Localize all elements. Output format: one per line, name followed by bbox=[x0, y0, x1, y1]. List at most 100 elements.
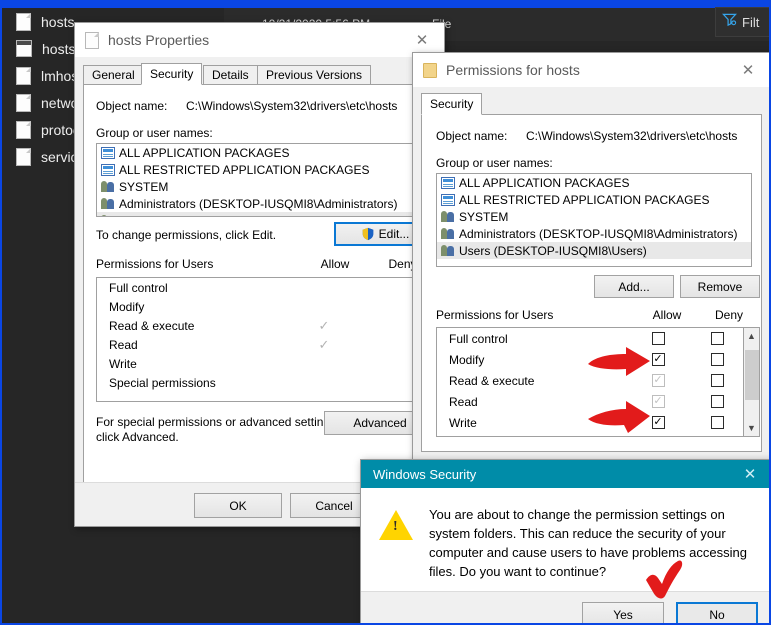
list-item[interactable]: ALL APPLICATION PACKAGES bbox=[437, 174, 751, 191]
allow-checkbox[interactable]: ✓ bbox=[651, 416, 665, 429]
ok-button-label: OK bbox=[229, 498, 247, 513]
document-icon bbox=[16, 120, 31, 139]
list-item[interactable]: SYSTEM bbox=[437, 208, 751, 225]
permissions-tabstrip[interactable]: Security bbox=[421, 93, 762, 115]
allow-checkbox[interactable] bbox=[651, 332, 665, 345]
advanced-button-label: Advanced bbox=[353, 416, 407, 430]
filter-button-label: Filt bbox=[742, 14, 760, 30]
table-row[interactable]: Read ✓ bbox=[437, 391, 759, 412]
group-or-user-names-list[interactable]: ALL APPLICATION PACKAGES ALL RESTRICTED … bbox=[436, 173, 752, 267]
permission-name: Read & execute bbox=[449, 373, 535, 388]
edit-button-label: Edit... bbox=[378, 227, 410, 241]
table-row[interactable]: Modify ✓ bbox=[437, 349, 759, 370]
permissions-scrollbar[interactable]: ▲ ▼ bbox=[743, 328, 759, 436]
permission-name: Write bbox=[449, 415, 477, 430]
document-icon bbox=[85, 31, 99, 49]
permissions-list[interactable]: Full control Modify ✓ Read & execute ✓ R… bbox=[436, 327, 760, 437]
deny-checkbox[interactable] bbox=[710, 374, 724, 387]
table-row: Special permissions bbox=[97, 373, 435, 392]
allow-checkbox[interactable]: ✓ bbox=[651, 353, 665, 366]
deny-checkbox[interactable] bbox=[710, 332, 724, 345]
ok-button[interactable]: OK bbox=[194, 493, 282, 518]
deny-checkbox-cell[interactable] bbox=[689, 395, 745, 408]
windows-security-dialog[interactable]: Windows Security ✕ You are about to chan… bbox=[360, 459, 769, 623]
document-icon bbox=[16, 147, 31, 166]
deny-checkbox[interactable] bbox=[710, 395, 724, 408]
deny-checkbox[interactable] bbox=[710, 353, 724, 366]
close-icon[interactable]: ✕ bbox=[728, 460, 769, 488]
list-item[interactable]: ALL RESTRICTED APPLICATION PACKAGES bbox=[437, 191, 751, 208]
table-row[interactable]: Full control bbox=[437, 328, 759, 349]
scrollbar-thumb[interactable] bbox=[744, 350, 759, 400]
tab-details[interactable]: Details bbox=[203, 65, 258, 85]
permission-name: Read bbox=[109, 337, 138, 352]
group-or-user-names-list[interactable]: ALL APPLICATION PACKAGES ALL RESTRICTED … bbox=[96, 143, 436, 217]
table-row[interactable]: Write ✓ bbox=[437, 412, 759, 433]
edit-hint-text: To change permissions, click Edit. bbox=[96, 228, 277, 242]
screenshot-root: 10/21/2020 5:56 PM File Filt hosts hosts… bbox=[0, 0, 771, 625]
hosts-properties-dialog[interactable]: hosts Properties ✕ General Security Deta… bbox=[74, 22, 474, 527]
table-row: Modify bbox=[97, 297, 435, 316]
allow-column-header: Allow bbox=[652, 308, 682, 322]
users-icon bbox=[441, 227, 455, 240]
list-item[interactable]: SYSTEM bbox=[97, 178, 435, 195]
permissions-for-hosts-dialog[interactable]: Permissions for hosts ✕ Security Object … bbox=[412, 52, 769, 468]
chevron-up-icon[interactable]: ▲ bbox=[744, 328, 760, 344]
deny-checkbox-cell[interactable] bbox=[689, 374, 745, 387]
tab-security[interactable]: Security bbox=[421, 93, 483, 115]
document-icon bbox=[16, 66, 31, 85]
advanced-hint-line-1: For special permissions or advanced sett… bbox=[96, 415, 340, 429]
deny-checkbox-cell[interactable] bbox=[689, 332, 745, 345]
add-button-label: Add... bbox=[618, 279, 650, 294]
no-button[interactable]: No bbox=[676, 601, 758, 623]
group-name: Users (DESKTOP-IUSQMI8\Users) bbox=[119, 214, 307, 217]
group-name: SYSTEM bbox=[459, 209, 509, 224]
deny-checkbox-cell[interactable] bbox=[689, 416, 745, 429]
group-name: Users (DESKTOP-IUSQMI8\Users) bbox=[459, 243, 647, 258]
remove-button-label: Remove bbox=[697, 279, 743, 294]
list-item[interactable]: Administrators (DESKTOP-IUSQMI8\Administ… bbox=[97, 195, 435, 212]
dialog-title-bar: Windows Security ✕ bbox=[361, 460, 769, 488]
group-or-user-names-label: Group or user names: bbox=[436, 156, 553, 170]
allow-checkbox-cell: ✓ bbox=[627, 395, 689, 408]
permissions-table-header: Permissions for Users Allow Deny bbox=[436, 308, 760, 322]
document-icon bbox=[16, 12, 31, 31]
folder-icon bbox=[423, 62, 437, 78]
allow-checkbox-cell[interactable]: ✓ bbox=[627, 353, 689, 366]
close-icon[interactable]: ✕ bbox=[726, 53, 769, 87]
chevron-down-icon[interactable]: ▼ bbox=[744, 420, 760, 436]
group-name: Administrators (DESKTOP-IUSQMI8\Administ… bbox=[119, 196, 398, 211]
list-item[interactable]: Administrators (DESKTOP-IUSQMI8\Administ… bbox=[437, 225, 751, 242]
warning-triangle-icon bbox=[379, 510, 413, 540]
list-item[interactable]: Users (DESKTOP-IUSQMI8\Users) bbox=[97, 212, 435, 217]
deny-checkbox-cell[interactable] bbox=[689, 353, 745, 366]
permissions-list[interactable]: Full control Modify Read & execute ✓ Rea… bbox=[96, 277, 436, 402]
dialog-title: Windows Security bbox=[373, 466, 477, 482]
yes-button[interactable]: Yes bbox=[582, 601, 664, 623]
tab-general[interactable]: General bbox=[83, 65, 144, 85]
object-name-label: Object name: bbox=[436, 129, 508, 143]
table-row[interactable] bbox=[437, 433, 759, 436]
list-item[interactable]: Users (DESKTOP-IUSQMI8\Users) bbox=[437, 242, 751, 259]
users-icon bbox=[101, 197, 115, 210]
warning-message: You are about to change the permission s… bbox=[429, 507, 747, 579]
allow-checkbox-cell[interactable] bbox=[627, 332, 689, 345]
object-name-value: C:\Windows\System32\drivers\etc\hosts bbox=[526, 129, 738, 143]
properties-tabstrip[interactable]: General Security Details Previous Versio… bbox=[83, 63, 436, 85]
tab-previous-versions[interactable]: Previous Versions bbox=[257, 65, 372, 85]
table-row[interactable]: Read & execute ✓ bbox=[437, 370, 759, 391]
filter-button[interactable]: Filt bbox=[715, 7, 769, 37]
deny-checkbox[interactable] bbox=[710, 416, 724, 429]
users-icon bbox=[101, 214, 115, 216]
add-button[interactable]: Add... bbox=[594, 275, 674, 298]
tab-security[interactable]: Security bbox=[141, 63, 203, 85]
dialog-title: hosts Properties bbox=[108, 32, 210, 48]
allow-checkbox-cell[interactable]: ✓ bbox=[627, 416, 689, 429]
group-name: ALL RESTRICTED APPLICATION PACKAGES bbox=[459, 192, 710, 207]
dialog-title-bar: Permissions for hosts ✕ bbox=[413, 53, 769, 87]
list-item[interactable]: ALL RESTRICTED APPLICATION PACKAGES bbox=[97, 161, 435, 178]
uac-shield-icon bbox=[361, 227, 375, 241]
remove-button[interactable]: Remove bbox=[680, 275, 760, 298]
filter-funnel-icon bbox=[722, 12, 737, 32]
list-item[interactable]: ALL APPLICATION PACKAGES bbox=[97, 144, 435, 161]
